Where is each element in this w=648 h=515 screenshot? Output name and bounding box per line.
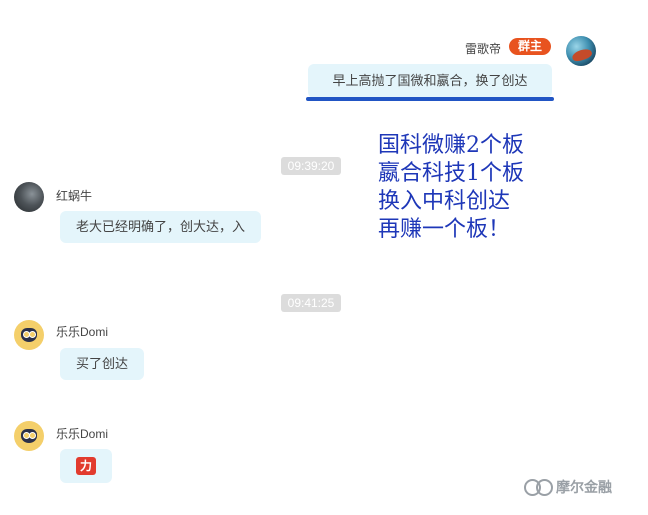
sender-name-domi: 乐乐Domi: [56, 427, 109, 441]
avatar-snail[interactable]: [14, 182, 44, 212]
message-bubble-owner: 早上高抛了国微和嬴合，换了创达: [308, 64, 552, 98]
avatar-owner[interactable]: [566, 36, 596, 66]
message-bubble-sticker: 力: [60, 449, 112, 483]
annotation-line: 国科微赚2个板: [378, 133, 524, 158]
sender-name-domi: 乐乐Domi: [56, 325, 109, 339]
annotation-line: 嬴合科技1个板: [378, 161, 524, 186]
message-bubble-snail: 老大已经明确了，创大达，入: [60, 211, 262, 243]
watermark-text: 摩尔金融: [556, 479, 612, 495]
watermark: 摩尔金融: [524, 477, 612, 497]
message-bubble-domi: 买了创达: [60, 348, 145, 380]
annotation-text: 国科微赚2个板 嬴合科技1个板 换入中科创达 再赚一个板！: [378, 132, 524, 244]
annotation-line: 再赚一个板！: [378, 217, 511, 242]
timestamp: 09:41:25: [281, 294, 341, 312]
avatar-owl[interactable]: [14, 320, 44, 350]
sender-name-snail: 红蜗牛: [56, 189, 93, 203]
owl-icon: [21, 328, 37, 342]
avatar-owl[interactable]: [14, 421, 44, 451]
highlight-underline: [306, 97, 554, 101]
annotation-line: 换入中科创达: [378, 189, 511, 214]
sender-name-owner: 雷歌帝: [464, 42, 501, 56]
group-owner-badge: 群主: [509, 38, 551, 55]
timestamp: 09:39:20: [281, 157, 341, 175]
logo-icon: [524, 478, 554, 496]
owl-icon: [21, 429, 37, 443]
power-sticker-icon: 力: [76, 457, 96, 475]
